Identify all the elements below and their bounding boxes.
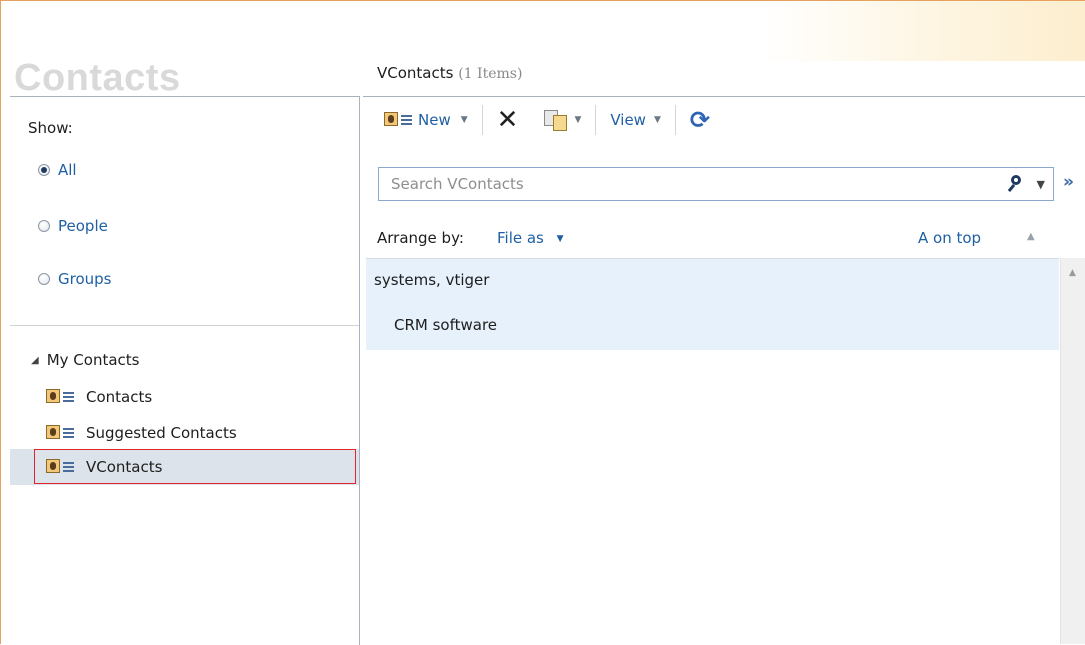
scroll-up-arrow-icon[interactable]: ▲ [1069, 268, 1076, 278]
window-border-left [0, 0, 1, 644]
search-options-dropdown-icon[interactable]: ▼ [1037, 178, 1045, 191]
toolbar-separator [674, 105, 676, 135]
view-button[interactable]: View ▼ [610, 111, 661, 129]
tree-item-suggested-contacts[interactable]: Suggested Contacts [46, 419, 237, 447]
expand-search-icon[interactable]: » [1063, 172, 1074, 192]
toolbar-separator [595, 105, 597, 135]
folder-title: VContacts (1 Items) [377, 64, 522, 82]
filter-people[interactable]: People [38, 217, 108, 235]
tree-header-my-contacts[interactable]: ◢ My Contacts [31, 351, 139, 369]
toolbar-separator [481, 105, 483, 135]
search-icon[interactable] [1007, 173, 1025, 195]
delete-button[interactable]: ✕ [497, 107, 519, 133]
contact-name: systems, vtiger [374, 271, 490, 289]
tree-item-contacts[interactable]: Contacts [46, 383, 152, 411]
contact-card-icon [384, 112, 414, 128]
vertical-scrollbar[interactable]: ▲ [1060, 258, 1085, 644]
contact-list: systems, vtiger CRM software [366, 258, 1059, 645]
filter-all-label: All [58, 161, 77, 179]
arrange-by-value: File as [497, 229, 544, 247]
filter-all[interactable]: All [38, 161, 77, 179]
tree-item-label: Contacts [86, 388, 153, 406]
sort-order-toggle[interactable]: A on top [918, 229, 981, 247]
search-box[interactable]: ▼ [378, 167, 1054, 201]
contact-card-icon [46, 389, 76, 405]
contact-card-icon [46, 425, 76, 441]
header-glow [760, 1, 1085, 61]
arrange-by-label: Arrange by: [377, 229, 464, 247]
folder-name: VContacts [377, 64, 454, 82]
radio-icon[interactable] [38, 273, 50, 285]
selection-outline [34, 449, 356, 484]
radio-selected-icon[interactable] [38, 164, 50, 176]
tree-header-label: My Contacts [46, 351, 140, 369]
toolbar: New ▼ ✕ ▼ View ▼ ⟳ [378, 100, 710, 140]
new-button[interactable]: New ▼ [384, 111, 468, 129]
list-item[interactable]: systems, vtiger CRM software [366, 259, 1059, 350]
pane-divider [10, 325, 359, 326]
collapse-triangle-icon[interactable]: ◢ [31, 355, 39, 366]
dropdown-arrow-icon[interactable]: ▼ [461, 115, 468, 125]
dropdown-arrow-icon: ▼ [556, 234, 564, 244]
filter-groups-label: Groups [58, 270, 112, 288]
sort-ascending-icon[interactable]: ▲ [1027, 231, 1035, 242]
filter-people-label: People [58, 217, 108, 235]
item-count: (1 Items) [458, 66, 523, 82]
show-label: Show: [28, 119, 73, 137]
delete-x-icon: ✕ [496, 105, 519, 135]
dropdown-arrow-icon[interactable]: ▼ [654, 115, 661, 125]
refresh-icon: ⟳ [689, 106, 710, 134]
search-input[interactable] [379, 168, 1007, 200]
refresh-button[interactable]: ⟳ [690, 106, 710, 134]
contact-company: CRM software [394, 316, 498, 334]
move-to-folder-icon [544, 108, 568, 132]
move-to-button[interactable]: ▼ [544, 108, 581, 132]
arrange-by-bar: Arrange by: File as ▼ A on top ▲ [377, 229, 1067, 253]
new-button-label: New [418, 111, 451, 129]
dropdown-arrow-icon[interactable]: ▼ [574, 115, 581, 125]
view-button-label: View [610, 111, 646, 129]
app-title: Contacts [14, 57, 181, 99]
radio-icon[interactable] [38, 220, 50, 232]
filter-groups[interactable]: Groups [38, 270, 111, 288]
tree-item-label: Suggested Contacts [86, 424, 237, 442]
arrange-by-dropdown[interactable]: File as ▼ [497, 229, 564, 247]
